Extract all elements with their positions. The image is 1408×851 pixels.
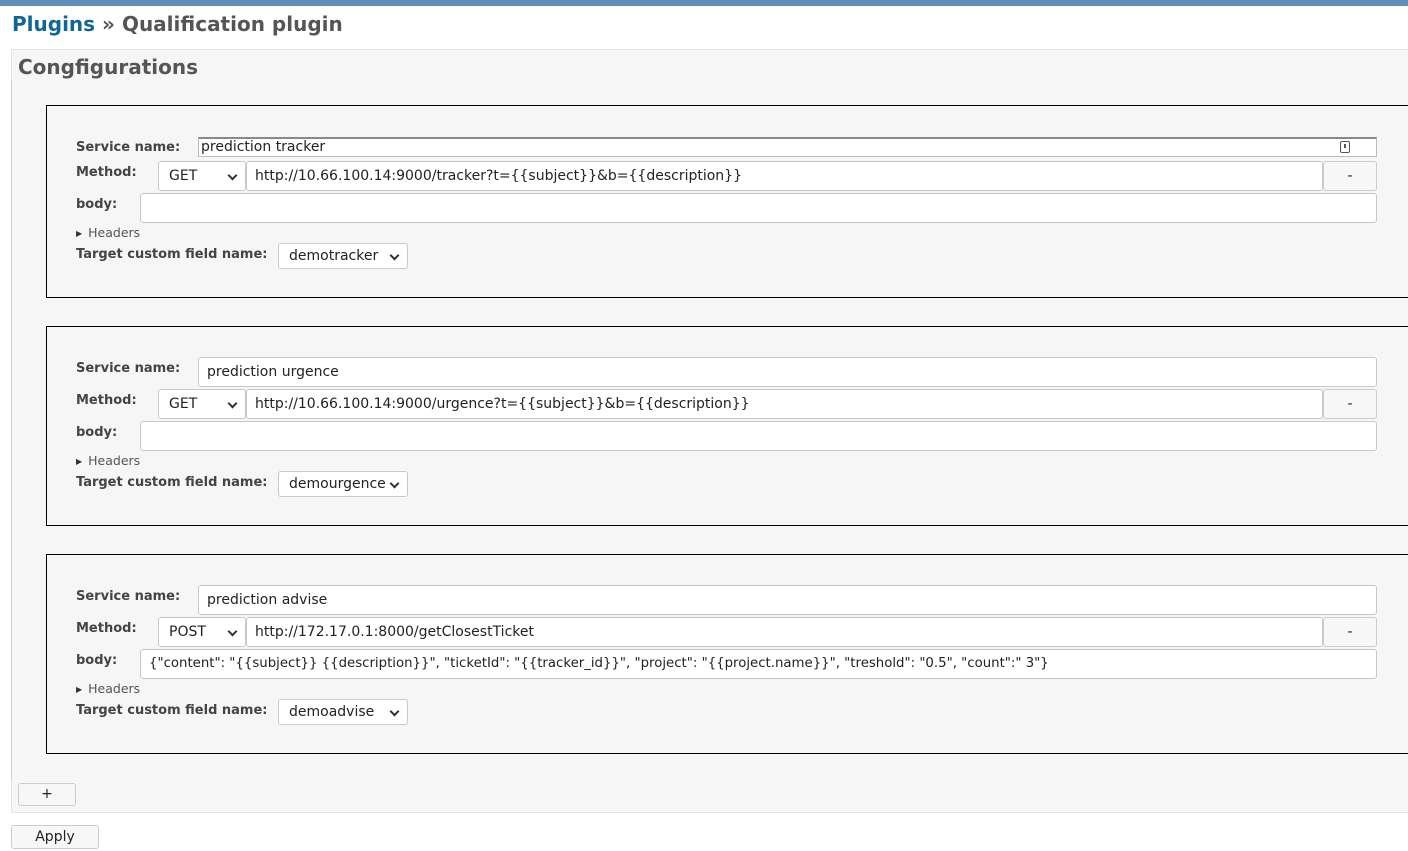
breadcrumb-current: Qualification plugin — [121, 12, 343, 36]
breadcrumb-plugins-link[interactable]: Plugins — [12, 12, 95, 36]
service-name-input[interactable]: prediction urgence — [198, 357, 1377, 387]
config-block-2: Service name: prediction urgence Method:… — [46, 326, 1408, 526]
section-title: Congfigurations — [18, 55, 199, 79]
method-label: Method: — [76, 165, 137, 180]
body-value: {"content": "{{subject}} {{description}}… — [149, 656, 1049, 671]
config-block-3: Service name: prediction advise Method: … — [46, 554, 1408, 754]
remove-config-button[interactable]: - — [1323, 617, 1377, 647]
keyboard-icon — [1340, 141, 1350, 153]
url-input[interactable]: http://10.66.100.14:9000/tracker?t={{sub… — [246, 161, 1323, 191]
method-select[interactable]: GET — [158, 389, 246, 419]
headers-label: Headers — [88, 681, 141, 696]
target-field-select[interactable]: demourgence — [278, 471, 408, 497]
target-field-label: Target custom field name: — [76, 475, 268, 490]
chevron-down-icon — [389, 250, 400, 261]
body-input[interactable] — [140, 421, 1377, 451]
chevron-down-icon — [389, 706, 400, 717]
panel-divider — [11, 80, 12, 780]
page-title: Plugins » Qualification plugin — [12, 12, 343, 36]
breadcrumb-separator: » — [102, 12, 115, 36]
method-value: GET — [169, 396, 198, 412]
method-select[interactable]: GET — [158, 161, 246, 191]
service-name-input[interactable]: prediction tracker — [198, 137, 1377, 157]
service-name-value: prediction urgence — [207, 364, 339, 380]
headers-label: Headers — [88, 453, 141, 468]
target-field-value: demoadvise — [289, 704, 375, 720]
chevron-down-icon — [227, 626, 238, 637]
headers-toggle[interactable]: ▶ Headers — [76, 681, 140, 696]
body-input[interactable]: {"content": "{{subject}} {{description}}… — [140, 649, 1377, 679]
url-input[interactable]: http://172.17.0.1:8000/getClosestTicket — [246, 617, 1323, 647]
target-field-select[interactable]: demoadvise — [278, 699, 408, 725]
method-select[interactable]: POST — [158, 617, 246, 647]
target-field-label: Target custom field name: — [76, 247, 268, 262]
chevron-down-icon — [227, 398, 238, 409]
body-label: body: — [76, 425, 118, 440]
service-name-label: Service name: — [76, 140, 181, 155]
headers-toggle[interactable]: ▶ Headers — [76, 453, 140, 468]
method-label: Method: — [76, 393, 137, 408]
url-value: http://172.17.0.1:8000/getClosestTicket — [255, 624, 534, 640]
top-bar — [0, 0, 1408, 6]
body-label: body: — [76, 653, 118, 668]
chevron-down-icon — [227, 170, 238, 181]
method-value: GET — [169, 168, 198, 184]
target-field-value: demourgence — [289, 476, 386, 492]
service-name-label: Service name: — [76, 589, 181, 604]
target-field-value: demotracker — [289, 248, 379, 264]
service-name-value: prediction advise — [207, 592, 328, 608]
body-label: body: — [76, 197, 118, 212]
service-name-value: prediction tracker — [201, 139, 326, 155]
method-label: Method: — [76, 621, 137, 636]
url-value: http://10.66.100.14:9000/tracker?t={{sub… — [255, 168, 742, 184]
add-config-button[interactable]: + — [18, 783, 76, 806]
remove-config-button[interactable]: - — [1323, 161, 1377, 191]
method-value: POST — [169, 624, 206, 640]
target-field-label: Target custom field name: — [76, 703, 268, 718]
target-field-select[interactable]: demotracker — [278, 243, 408, 269]
apply-button[interactable]: Apply — [11, 825, 99, 849]
chevron-down-icon — [389, 478, 400, 489]
body-input[interactable] — [140, 193, 1377, 223]
headers-toggle[interactable]: ▶ Headers — [76, 225, 140, 240]
config-block-1: Service name: prediction tracker Method:… — [46, 105, 1408, 298]
service-name-label: Service name: — [76, 361, 181, 376]
disclosure-triangle-icon: ▶ — [76, 457, 83, 466]
disclosure-triangle-icon: ▶ — [76, 685, 83, 694]
headers-label: Headers — [88, 225, 141, 240]
url-input[interactable]: http://10.66.100.14:9000/urgence?t={{sub… — [246, 389, 1323, 419]
remove-config-button[interactable]: - — [1323, 389, 1377, 419]
disclosure-triangle-icon: ▶ — [76, 229, 83, 238]
url-value: http://10.66.100.14:9000/urgence?t={{sub… — [255, 396, 750, 412]
service-name-input[interactable]: prediction advise — [198, 585, 1377, 615]
